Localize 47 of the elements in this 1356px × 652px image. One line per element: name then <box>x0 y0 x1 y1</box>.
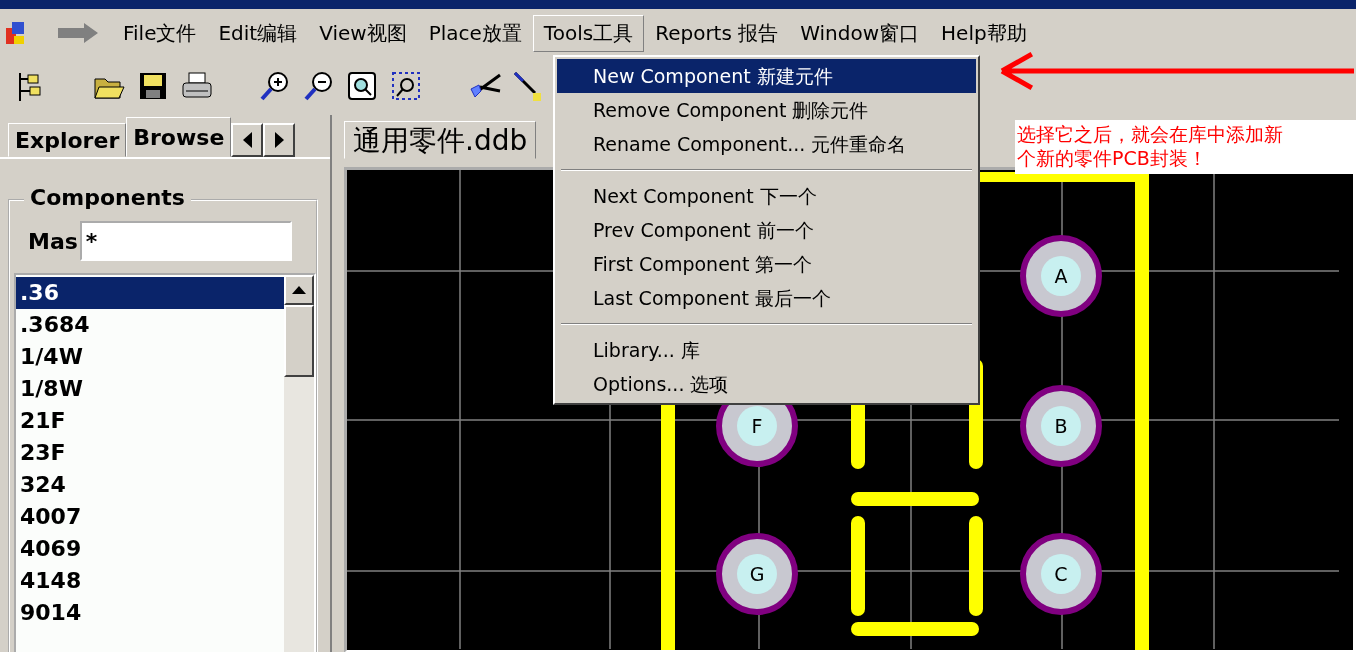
menu-option[interactable]: Remove Component 删除元件 <box>557 93 976 127</box>
menu-item[interactable]: View视图 <box>308 14 418 52</box>
left-triangle-icon <box>242 132 252 148</box>
menu-item[interactable]: Tools工具 <box>532 14 645 52</box>
pad: B <box>1020 385 1102 467</box>
menu-option[interactable]: First Component 第一个 <box>557 247 976 281</box>
component-item[interactable]: 9014 <box>16 597 284 629</box>
menu-option[interactable]: Last Component 最后一个 <box>557 281 976 315</box>
annotation-text: 选择它之后，就会在库中添加新 <box>1017 122 1284 146</box>
arrow-icon[interactable] <box>56 22 100 44</box>
component-item[interactable]: 324 <box>16 469 284 501</box>
right-triangle-icon <box>274 132 284 148</box>
scroll-bar[interactable] <box>284 275 314 652</box>
panel-tab[interactable]: Explorer <box>8 123 127 157</box>
menu-item[interactable]: Edit编辑 <box>207 14 309 52</box>
document-tab[interactable]: 通用零件.ddb <box>344 121 537 159</box>
menu-item[interactable]: Help帮助 <box>930 14 1038 52</box>
component-item[interactable]: 21F <box>16 405 284 437</box>
component-item[interactable]: 4069 <box>16 533 284 565</box>
annotation-text: 个新的零件PCB封装！ <box>1017 146 1208 170</box>
menu-option[interactable]: Library... 库 <box>557 333 976 367</box>
up-arrow-icon[interactable] <box>292 286 306 294</box>
scroll-right-button[interactable] <box>263 123 296 157</box>
mask-label: Mas <box>28 228 78 254</box>
scroll-thumb[interactable] <box>284 305 314 377</box>
component-item[interactable]: 23F <box>16 437 284 469</box>
component-item[interactable]: 4007 <box>16 501 284 533</box>
component-item[interactable]: .3684 <box>16 309 284 341</box>
component-item[interactable]: .36 <box>16 277 284 309</box>
mask-field[interactable]: * <box>79 221 292 261</box>
menu-item[interactable]: Reports 报告 <box>644 14 790 52</box>
component-item[interactable]: 1/4W <box>16 341 284 373</box>
pad: G <box>716 533 798 615</box>
menu-item[interactable]: Window窗口 <box>789 14 931 52</box>
menu-item[interactable]: File文件 <box>112 14 208 52</box>
pad: C <box>1020 533 1102 615</box>
component-item[interactable]: 4148 <box>16 565 284 597</box>
menu-option[interactable]: New Component 新建元件 <box>557 59 976 93</box>
app-icon[interactable] <box>4 20 26 46</box>
panel-tab[interactable]: Browse <box>126 117 232 157</box>
pad: A <box>1020 235 1102 317</box>
component-item[interactable]: 1/8W <box>16 373 284 405</box>
menu-option[interactable]: Prev Component 前一个 <box>557 213 976 247</box>
menu-option[interactable]: Next Component 下一个 <box>557 179 976 213</box>
menu-item[interactable]: Place放置 <box>417 14 533 52</box>
scroll-left-button[interactable] <box>231 123 264 157</box>
menu-option[interactable]: Rename Component... 元件重命名 <box>557 127 976 161</box>
